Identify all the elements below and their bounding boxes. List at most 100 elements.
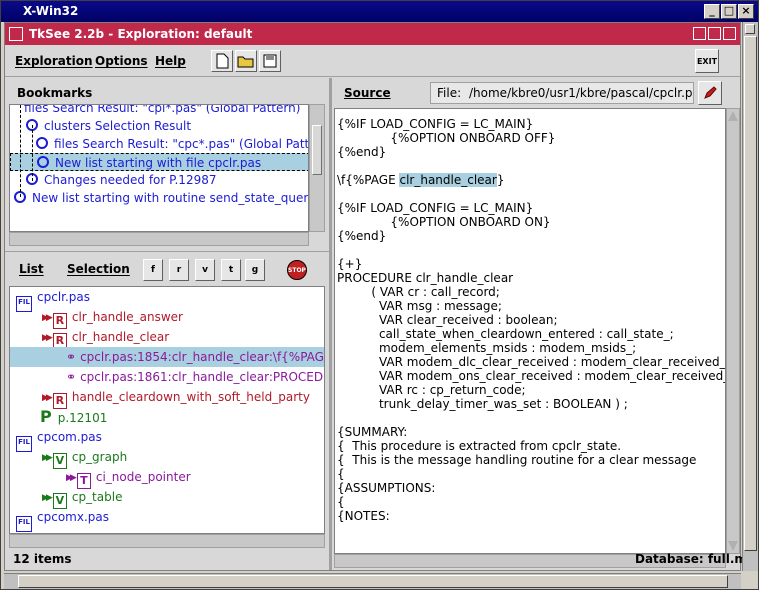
file-path: /home/kbre0/usr1/kbre/pascal/cpclr.p: [469, 86, 693, 100]
list-item[interactable]: FIL cpclr.pas: [10, 287, 324, 312]
source-line: {+}: [337, 257, 363, 271]
bookmarks-list: files Search Result: "cpl*.pas" (Global …: [9, 104, 309, 232]
tksee-titlebar[interactable]: TkSee 2.2b - Exploration: default: [5, 23, 740, 45]
list-type-button[interactable]: t: [221, 259, 241, 281]
scroll-thumb[interactable]: [312, 125, 322, 175]
source-vscrollbar[interactable]: [726, 108, 740, 554]
open-button[interactable]: [235, 50, 257, 72]
source-text-area[interactable]: {%IF LOAD_CONFIG = LC_MAIN} {%OPTION ONB…: [334, 108, 726, 554]
database-status: Database: full.mf: [635, 552, 753, 566]
tksee-title: TkSee 2.2b - Exploration: default: [29, 27, 253, 41]
grep-filter-icon: g: [251, 265, 259, 275]
new-file-icon: [216, 53, 229, 69]
list-item[interactable]: FIL cpcomx.pas: [10, 507, 324, 532]
selection-menu[interactable]: Selection: [67, 262, 130, 276]
item-label: cpclr.pas: [37, 290, 91, 304]
expand-arrows-icon: ▶▶: [42, 333, 53, 343]
tree-line: [32, 125, 33, 181]
source-line: {NOTES:: [337, 509, 390, 523]
list-item[interactable]: ▶▶ Rhandle_cleardown_with_soft_held_party: [10, 387, 324, 409]
expand-arrows-icon: ▶▶: [66, 473, 77, 483]
bookmarks-vscrollbar[interactable]: [309, 104, 325, 232]
bookmark-label: files Search Result: "cpc*.pas" (Global …: [54, 137, 309, 151]
scroll-up-icon[interactable]: [728, 111, 738, 121]
item-label: cpcomx.pas: [37, 510, 109, 524]
bookmark-label: clusters Selection Result: [44, 119, 192, 133]
maximize-button[interactable]: □: [721, 4, 737, 19]
exit-button[interactable]: EXIT: [695, 49, 719, 73]
stop-button[interactable]: STOP: [287, 260, 307, 280]
source-line: {: [337, 467, 345, 481]
bookmark-item[interactable]: Changes needed for P.12987: [26, 171, 216, 189]
source-line: [337, 411, 725, 425]
source-code: {%IF LOAD_CONFIG = LC_MAIN} {%OPTION ONB…: [337, 117, 726, 523]
list-item[interactable]: ▶▶ Vcp_table: [10, 487, 324, 509]
list-status: 12 items: [13, 552, 72, 566]
source-line: { This procedure is extracted from cpclr…: [337, 439, 622, 453]
item-label: clr_handle_clear: [71, 330, 170, 344]
close-button[interactable]: ×: [738, 4, 754, 19]
type-filter-icon: t: [228, 265, 234, 275]
edit-button[interactable]: [698, 81, 722, 105]
xwin-hscrollbar[interactable]: [4, 573, 741, 589]
list-item[interactable]: Pp.12101: [10, 407, 324, 427]
save-button[interactable]: [259, 50, 281, 72]
bookmark-item-selected[interactable]: New list starting with file cpclr.pas: [10, 153, 308, 171]
file-path-box: File: /home/kbre0/usr1/kbre/pascal/cpclr…: [430, 82, 694, 104]
exploration-icon: [37, 156, 49, 168]
source-line: VAR msg : message;: [337, 299, 502, 313]
scroll-thumb[interactable]: [744, 36, 757, 551]
xwin-vscrollbar[interactable]: [742, 22, 758, 571]
source-line: VAR modem_ons_clear_received : modem_cle…: [337, 369, 726, 383]
xwin32-window: X-Win32 _ □ × TkSee 2.2b - Exploration: …: [0, 0, 759, 590]
source-line: {%IF LOAD_CONFIG = LC_MAIN}: [337, 117, 534, 131]
app-maximize-button[interactable]: [708, 27, 721, 40]
source-line: {%OPTION ONBOARD OFF}: [337, 131, 556, 145]
scroll-down-icon[interactable]: [728, 541, 738, 551]
source-line: VAR rc : cp_return_code;: [337, 383, 526, 397]
xwin-titlebar[interactable]: X-Win32: [1, 1, 758, 22]
menu-exploration[interactable]: Exploration: [15, 54, 93, 68]
app-close-button[interactable]: [723, 27, 736, 40]
bookmark-label: Changes needed for P.12987: [44, 173, 217, 187]
bookmark-item[interactable]: files Search Result: "cpc*.pas" (Global …: [36, 135, 309, 153]
list-routine-button[interactable]: r: [169, 259, 189, 281]
search-highlight: clr_handle_clear: [399, 173, 497, 187]
list-item[interactable]: ▶▶ Rclr_handle_answer: [10, 307, 324, 329]
pencil-icon: [704, 86, 717, 99]
bookmark-item[interactable]: New list starting with routine send_stat…: [14, 189, 308, 207]
list-item[interactable]: ▶▶ Vcp_graph: [10, 447, 324, 469]
source-line: {: [337, 495, 345, 509]
list-variable-button[interactable]: v: [195, 259, 215, 281]
bookmark-item[interactable]: clusters Selection Result: [26, 117, 191, 135]
bookmarks-hscrollbar[interactable]: [9, 232, 309, 246]
list-item-selected[interactable]: ⚭ cpclr.pas:1854:clr_handle_clear:\f{%PAG…: [10, 347, 324, 367]
variable-filter-icon: v: [202, 265, 208, 275]
list-item[interactable]: FIL cpcom.pas: [10, 427, 324, 452]
minimize-button[interactable]: _: [704, 4, 720, 19]
list-item[interactable]: ▶▶ Tci_node_pointer: [10, 467, 324, 489]
source-line: trunk_delay_timer_was_set : BOOLEAN ) ;: [337, 397, 628, 411]
bookmark-item[interactable]: files Search Result: "cpl*.pas" (Global …: [24, 105, 300, 117]
menu-options[interactable]: Options: [95, 54, 148, 68]
scroll-thumb[interactable]: [18, 575, 728, 588]
tree-line: [20, 105, 21, 197]
app-minimize-button[interactable]: [693, 27, 706, 40]
bookmark-label: New list starting with file cpclr.pas: [55, 156, 262, 170]
menubar: Exploration Options Help EXIT: [5, 45, 740, 77]
list-menu[interactable]: List: [19, 262, 44, 276]
expand-arrows-icon: ▶▶: [42, 313, 53, 323]
list-item[interactable]: ⚭ cpclr.pas:1861:clr_handle_clear:PROCEDU: [10, 367, 324, 387]
bookmarks-pane: Bookmarks files Search Result: "cpl*.pas…: [5, 78, 329, 250]
xwin-title: X-Win32: [23, 4, 79, 18]
scroll-up-icon[interactable]: [745, 24, 755, 34]
item-label: cp_table: [71, 490, 123, 504]
menu-help[interactable]: Help: [155, 54, 186, 68]
source-line: {%end}: [337, 229, 387, 243]
window-menu-icon[interactable]: [9, 27, 23, 41]
new-button[interactable]: [211, 50, 233, 72]
list-grep-button[interactable]: g: [245, 259, 265, 281]
list-item[interactable]: ▶▶ Rclr_handle_clear: [10, 327, 324, 349]
list-hscrollbar[interactable]: [9, 534, 325, 548]
list-file-button[interactable]: f: [143, 259, 163, 281]
